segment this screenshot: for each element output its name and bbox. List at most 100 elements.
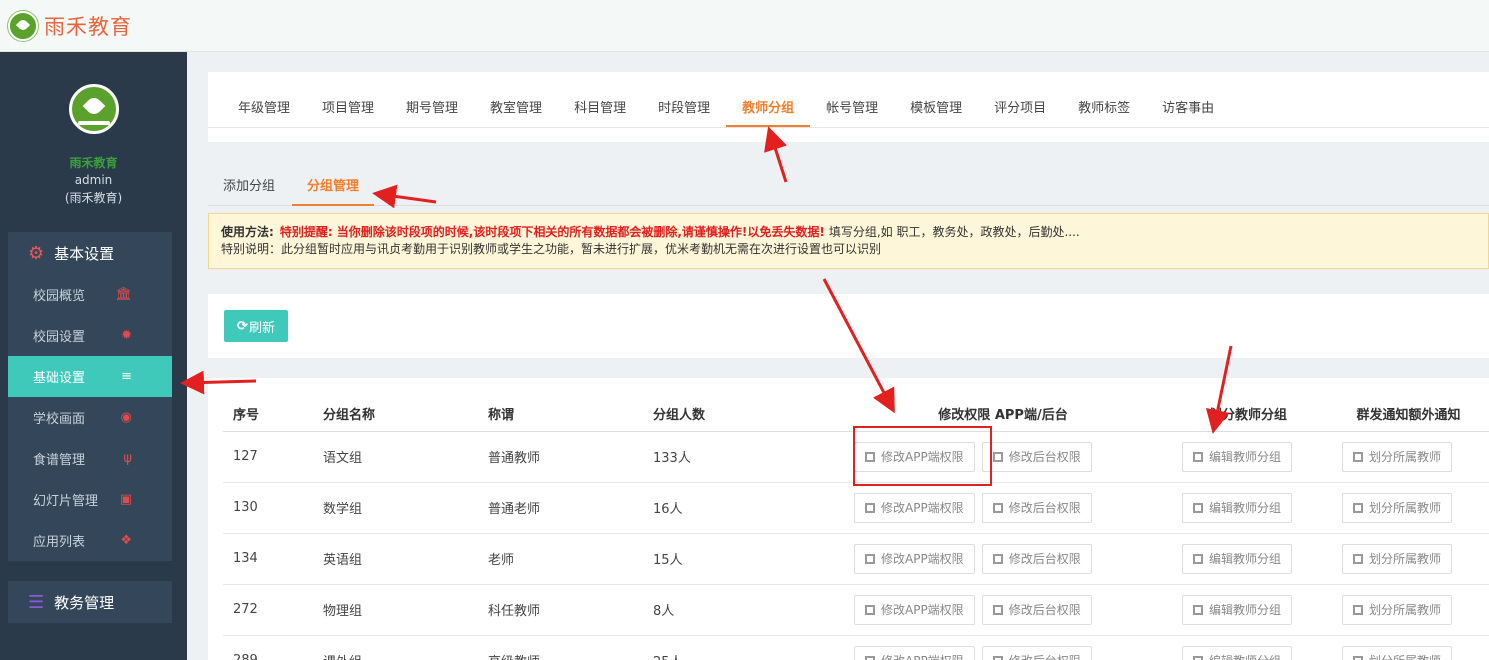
edit-admin-permission-button-label: 修改后台权限 <box>1008 450 1081 464</box>
sidebar-item-label: 校园设置 <box>33 330 86 345</box>
subtab-manage-group[interactable]: 分组管理 <box>292 172 375 206</box>
sidebar-item-campus-overview[interactable]: 校园概览 🏛 <box>8 274 172 315</box>
section-label: 教务管理 <box>54 593 115 612</box>
edit-app-permission-button[interactable]: 修改APP端权限 <box>854 645 975 660</box>
qrcode-icon <box>1353 502 1363 513</box>
profile-user: admin <box>74 173 113 187</box>
assign-teachers-button-label: 划分所属教师 <box>1369 603 1442 617</box>
usage-notice: 使用方法: 特别提醒: 当你删除该时段项的时候,该时段项下相关的所有数据都会被删除… <box>208 213 1489 269</box>
tab-classroom[interactable]: 教室管理 <box>490 97 542 127</box>
tab-template[interactable]: 模板管理 <box>910 97 962 127</box>
avatar[interactable] <box>68 84 119 134</box>
qrcode-icon <box>1353 604 1363 615</box>
cell-count: 16人 <box>653 482 838 534</box>
edit-teacher-group-button[interactable]: 编辑教师分组 <box>1182 492 1293 523</box>
cell-group-name: 英语组 <box>323 533 488 585</box>
cell-permissions: 修改APP端权限 修改后台权限 <box>838 533 1168 585</box>
cell-assign-group: 编辑教师分组 <box>1168 584 1328 636</box>
sidebar-item-slides[interactable]: 幻灯片管理 ▣ <box>8 479 172 520</box>
tab-score-item[interactable]: 评分项目 <box>994 97 1046 127</box>
tab-bar: 年级管理 项目管理 期号管理 教室管理 科目管理 时段管理 教师分组 帐号管理 … <box>238 97 1246 127</box>
edit-app-permission-button[interactable]: 修改APP端权限 <box>854 543 975 574</box>
cutlery-icon: ψ <box>123 451 132 466</box>
cell-assign-group: 编辑教师分组 <box>1168 533 1328 585</box>
tab-project[interactable]: 项目管理 <box>322 97 374 127</box>
cell-notify: 划分所属教师 <box>1328 482 1489 534</box>
tab-teacher-group[interactable]: 教师分组 <box>726 97 811 127</box>
notice-label: 使用方法: <box>221 225 274 239</box>
edit-app-permission-button-label: 修改APP端权限 <box>881 652 964 660</box>
qrcode-icon <box>1193 502 1203 513</box>
refresh-button[interactable]: ⟳ 刷新 <box>224 310 288 342</box>
tab-grade[interactable]: 年级管理 <box>238 97 290 127</box>
edit-teacher-group-button[interactable]: 编辑教师分组 <box>1182 441 1293 472</box>
edit-admin-permission-button[interactable]: 修改后台权限 <box>981 645 1092 660</box>
tab-visitor-reason[interactable]: 访客事由 <box>1162 97 1214 127</box>
edit-admin-permission-button[interactable]: 修改后台权限 <box>981 543 1092 574</box>
tab-teacher-tag[interactable]: 教师标签 <box>1078 97 1130 127</box>
cell-title: 科任教师 <box>488 584 653 636</box>
top-tabs-card: 年级管理 项目管理 期号管理 教室管理 科目管理 时段管理 教师分组 帐号管理 … <box>208 72 1489 142</box>
cell-count: 15人 <box>653 533 838 585</box>
sidebar-item-basic-settings[interactable]: 基础设置 ≡ <box>8 356 172 397</box>
edit-app-permission-button[interactable]: 修改APP端权限 <box>854 594 975 625</box>
assign-teachers-button[interactable]: 划分所属教师 <box>1342 543 1453 574</box>
cell-count: 133人 <box>653 431 838 483</box>
sidebar-item-campus-settings[interactable]: 校园设置 ✹ <box>8 315 172 356</box>
section-label: 基本设置 <box>54 244 115 263</box>
sidebar: 雨禾教育 admin (雨禾教育) ⚙ 基本设置 校园概览 🏛 校园设置 ✹ 基… <box>0 52 187 660</box>
tab-period[interactable]: 时段管理 <box>658 97 710 127</box>
sidebar-item-recipes[interactable]: 食谱管理 ψ <box>8 438 172 479</box>
sidebar-item-apps[interactable]: 应用列表 ❖ <box>8 520 172 561</box>
cell-id: 134 <box>223 533 323 585</box>
qrcode-icon <box>1193 451 1203 462</box>
edit-admin-permission-button[interactable]: 修改后台权限 <box>981 594 1092 625</box>
edit-admin-permission-button[interactable]: 修改后台权限 <box>981 441 1092 472</box>
edit-teacher-group-button[interactable]: 编辑教师分组 <box>1182 645 1293 660</box>
cell-count: 8人 <box>653 584 838 636</box>
tab-term[interactable]: 期号管理 <box>406 97 458 127</box>
edit-teacher-group-button-label: 编辑教师分组 <box>1209 652 1281 660</box>
qrcode-icon <box>992 604 1003 615</box>
edit-teacher-group-button-label: 编辑教师分组 <box>1209 501 1282 515</box>
edit-admin-permission-button[interactable]: 修改后台权限 <box>981 492 1092 523</box>
sidebar-item-school-screen[interactable]: 学校画面 ◉ <box>8 397 172 438</box>
cell-notify: 划分所属教师 <box>1328 533 1489 585</box>
qrcode-icon <box>1353 451 1363 462</box>
cell-permissions: 修改APP端权限 修改后台权限 <box>838 635 1168 660</box>
tab-subject[interactable]: 科目管理 <box>574 97 626 127</box>
cell-id: 130 <box>223 482 323 534</box>
sidebar-section-basic-head[interactable]: ⚙ 基本设置 <box>8 232 172 274</box>
subtab-add-group[interactable]: 添加分组 <box>208 172 290 205</box>
qrcode-icon <box>865 553 875 564</box>
gear-icon: ✹ <box>121 328 132 343</box>
table-row: 289课外组高级教师25人修改APP端权限 修改后台权限 编辑教师分组 划分所属教师 <box>223 635 1489 660</box>
assign-teachers-button[interactable]: 划分所属教师 <box>1342 492 1453 523</box>
assign-teachers-button[interactable]: 划分所属教师 <box>1342 441 1453 472</box>
leaf-logo-icon <box>8 10 38 41</box>
edit-teacher-group-button[interactable]: 编辑教师分组 <box>1182 594 1293 625</box>
profile-org: (雨禾教育) <box>64 191 123 205</box>
cell-title: 高级教师 <box>488 635 653 660</box>
qrcode-icon <box>1193 655 1203 660</box>
tab-account[interactable]: 帐号管理 <box>826 97 878 127</box>
profile-name: 雨禾教育 <box>69 156 118 170</box>
qrcode-icon <box>865 655 875 660</box>
assign-teachers-button-label: 划分所属教师 <box>1369 552 1442 566</box>
edit-teacher-group-button[interactable]: 编辑教师分组 <box>1182 543 1293 574</box>
qrcode-icon <box>1353 553 1363 564</box>
cell-notify: 划分所属教师 <box>1328 431 1489 483</box>
table-row: 130 数学组 普通老师 16人 修改APP端权限 修改后台权限 编辑教师分组 划分所属教师 <box>223 482 1489 534</box>
table-row: 272 物理组 科任教师 8人 修改APP端权限 修改后台权限 编辑教师分组 划分所属教师 <box>223 584 1489 636</box>
sidebar-section-edu-head[interactable]: ☰ 教务管理 <box>8 581 172 623</box>
group-table-card: 序号 分组名称 称谓 分组人数 修改权限 APP端/后台 划分教师分组 群发通知… <box>208 378 1489 660</box>
cell-group-name: 物理组 <box>323 584 488 636</box>
edit-admin-permission-button-label: 修改后台权限 <box>1008 552 1081 566</box>
col-id: 序号 <box>223 397 323 432</box>
eye-icon: ◉ <box>120 410 132 425</box>
assign-teachers-button[interactable]: 划分所属教师 <box>1342 594 1453 625</box>
edit-app-permission-button[interactable]: 修改APP端权限 <box>854 492 975 523</box>
assign-teachers-button-label: 划分所属教师 <box>1369 450 1442 464</box>
assign-teachers-button[interactable]: 划分所属教师 <box>1342 645 1453 660</box>
sidebar-item-label: 食谱管理 <box>33 453 86 468</box>
